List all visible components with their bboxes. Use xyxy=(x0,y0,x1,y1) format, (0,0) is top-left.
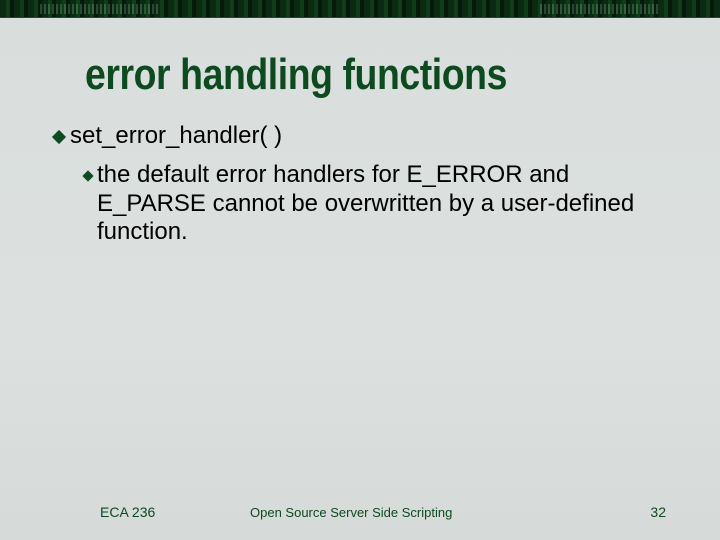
bullet-level-1: set_error_handler( ) xyxy=(54,122,666,151)
diamond-bullet-icon xyxy=(82,170,93,181)
bullet-level-2: the default error handlers for E_ERROR a… xyxy=(54,161,666,247)
slide-footer: ECA 236 Open Source Server Side Scriptin… xyxy=(0,504,720,540)
footer-course-title: Open Source Server Side Scripting xyxy=(250,505,606,520)
bullet-level-2-text: the default error handlers for E_ERROR a… xyxy=(97,161,666,247)
bullet-level-1-text: set_error_handler( ) xyxy=(70,122,666,151)
footer-course-code: ECA 236 xyxy=(100,504,250,520)
slide-title: error handling functions xyxy=(0,18,612,122)
decorative-top-band xyxy=(0,0,720,18)
slide-content: set_error_handler( ) the default error h… xyxy=(0,122,720,504)
footer-page-number: 32 xyxy=(606,504,666,520)
diamond-bullet-icon xyxy=(52,130,66,144)
slide-body: error handling functions set_error_handl… xyxy=(0,18,720,540)
